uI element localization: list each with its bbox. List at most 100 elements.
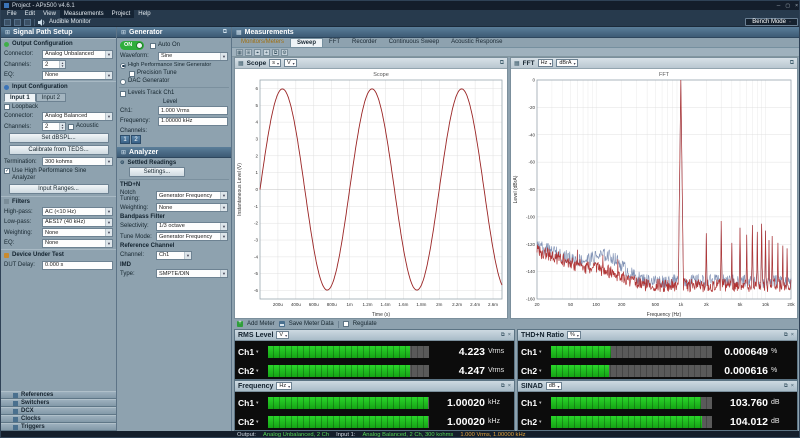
menu-measurements[interactable]: Measurements <box>59 10 108 18</box>
menu-view[interactable]: View <box>39 10 60 18</box>
tab-continuous-sweep[interactable]: Continuous Sweep <box>383 38 445 47</box>
checkbox-box[interactable] <box>150 42 156 49</box>
menu-help[interactable]: Help <box>134 10 154 18</box>
scope-x-unit-select[interactable]: s ▾ <box>269 59 281 67</box>
regulate-checkbox[interactable] <box>342 321 349 328</box>
precision-tune-checkbox[interactable]: Precision Tune <box>129 70 228 77</box>
graph-settings-icon[interactable]: ⚙ <box>281 48 288 56</box>
meter-unit-select[interactable]: V ▾ <box>276 331 290 339</box>
loopback-checkbox[interactable]: Loopback <box>4 104 113 111</box>
menu-file[interactable]: File <box>3 10 21 18</box>
cursors-icon[interactable]: ⌖ <box>254 48 261 56</box>
checkbox-box[interactable] <box>68 123 74 130</box>
input-ranges-button[interactable]: Input Ranges... <box>8 183 109 194</box>
fft-x-unit-select[interactable]: Hz ▾ <box>537 59 554 67</box>
menu-project[interactable]: Project <box>107 10 135 18</box>
minimize-button[interactable]: ─ <box>777 3 781 9</box>
tab-sweep[interactable]: Sweep <box>290 38 324 47</box>
meter-channel-select[interactable]: Ch1 ▾ <box>238 398 264 408</box>
menu-edit[interactable]: Edit <box>21 10 39 18</box>
hp-sine-analyzer-checkbox[interactable]: Use High Performance Sine Analyzer <box>4 168 113 182</box>
filters-header[interactable]: Filters <box>1 195 116 206</box>
meter-unit-select[interactable]: dB ▾ <box>545 382 562 390</box>
meter-unit-select[interactable]: % ▾ <box>566 331 581 339</box>
low-pass-select[interactable]: AES17 (40 kHz) ▼ <box>42 217 113 227</box>
tab-input-1[interactable]: Input 1 <box>4 93 36 102</box>
meter-channel-select[interactable]: Ch1 ▾ <box>521 347 547 357</box>
tab-fft[interactable]: FFT <box>323 38 346 47</box>
meter-popout-icon[interactable]: ⧉ <box>501 332 505 339</box>
channel-2-button[interactable]: 2 <box>131 135 141 145</box>
checkbox-box[interactable] <box>120 90 126 97</box>
stepper-arrows-icon[interactable]: ▲ ▼ <box>59 61 65 68</box>
meter-close-icon[interactable]: × <box>508 332 511 339</box>
gen-frequency-input[interactable]: 1.00000 kHz <box>158 116 228 126</box>
high-pass-select[interactable]: AC (<10 Hz) ▼ <box>42 207 113 217</box>
channel-1-button[interactable]: 1 <box>120 135 130 145</box>
close-button[interactable]: × <box>795 3 798 9</box>
meter-popout-icon[interactable]: ⧉ <box>501 383 505 390</box>
checkbox-box[interactable] <box>4 104 10 110</box>
scope-y-unit-select[interactable]: V ▾ <box>283 59 297 67</box>
nav-dcx[interactable]: DCX <box>1 407 116 415</box>
dac-generator-radio[interactable]: DAC Generator <box>120 78 228 85</box>
popout-icon[interactable]: ⧉ <box>500 60 504 67</box>
tab-acoustic-response[interactable]: Acoustic Response <box>445 38 508 47</box>
meter-channel-select[interactable]: Ch2 ▾ <box>238 417 264 427</box>
checkbox-box[interactable] <box>129 70 135 77</box>
levels-track-checkbox[interactable]: Levels Track Ch1 <box>120 90 228 97</box>
output-channels-stepper[interactable]: 2 ▲ ▼ <box>42 60 66 69</box>
hp-sine-generator-radio[interactable]: High Performance Sine Generator <box>120 62 228 69</box>
set-dbspl-button[interactable]: Set dBSPL... <box>8 133 109 144</box>
maximize-button[interactable]: ▢ <box>785 3 790 9</box>
meter-channel-select[interactable]: Ch2 ▾ <box>521 417 547 427</box>
selectivity-select[interactable]: 1/3 octave ▼ <box>156 221 228 231</box>
ref-channel-select[interactable]: Ch1 ▼ <box>156 250 192 260</box>
output-eq-select[interactable]: None ▼ <box>42 70 113 80</box>
output-connector-select[interactable]: Analog Unbalanced ▼ <box>42 49 113 59</box>
grid-toggle-icon[interactable]: ⊞ <box>245 48 252 56</box>
meter-unit-select[interactable]: Hz ▾ <box>276 382 293 390</box>
open-project-icon[interactable] <box>14 18 21 26</box>
input-channels-stepper[interactable]: 2 ▲ ▼ <box>42 122 66 132</box>
input-connector-select[interactable]: Analog Balanced ▼ <box>42 111 113 121</box>
meter-close-icon[interactable]: × <box>508 383 511 390</box>
imd-type-select[interactable]: SMPTE/DIN ▼ <box>156 269 228 279</box>
nav-references[interactable]: References <box>1 391 116 399</box>
output-config-header[interactable]: Output Configuration <box>1 38 116 48</box>
meter-close-icon[interactable]: × <box>791 383 794 390</box>
new-project-icon[interactable] <box>4 18 11 26</box>
dut-header[interactable]: Device Under Test <box>1 249 116 259</box>
fft-y-unit-select[interactable]: dBrA ▾ <box>556 59 578 67</box>
popout-icon[interactable]: ⧉ <box>223 29 227 36</box>
analyzer-settings-button[interactable]: Settings... <box>129 167 185 178</box>
copy-icon[interactable]: ⧉ <box>272 48 279 56</box>
meter-channel-select[interactable]: Ch1 ▾ <box>521 398 547 408</box>
nav-switchers[interactable]: Switchers <box>1 399 116 407</box>
notch-tuning-select[interactable]: Generator Frequency ▼ <box>156 191 228 201</box>
fft-chart[interactable]: FFT20 50 100 200 500 1k 2k 5k 10k 20k0-20-40-60-8… <box>511 69 797 318</box>
meter-channel-select[interactable]: Ch1 ▾ <box>238 347 264 357</box>
analyzer-weighting-select[interactable]: None ▼ <box>156 203 228 213</box>
save-meter-data-button[interactable]: Save Meter Data <box>289 321 334 327</box>
input-config-header[interactable]: Input Configuration <box>1 81 116 91</box>
speaker-icon[interactable] <box>38 18 46 26</box>
table-view-icon[interactable]: ▦ <box>236 48 243 56</box>
zoom-icon[interactable]: + <box>263 48 270 56</box>
nav-triggers[interactable]: Triggers <box>1 423 116 431</box>
meter-channel-select[interactable]: Ch2 ▾ <box>521 366 547 376</box>
dut-delay-input[interactable]: 0.000 s <box>42 260 113 270</box>
auto-on-checkbox[interactable]: Auto On <box>150 42 180 49</box>
termination-select[interactable]: 300 kohms ▼ <box>42 157 113 167</box>
stepper-arrows-icon[interactable]: ▲ ▼ <box>59 123 65 131</box>
popout-icon[interactable]: ⧉ <box>790 60 794 67</box>
meter-channel-select[interactable]: Ch2 ▾ <box>238 366 264 376</box>
scope-chart[interactable]: Scope 200u 400u 600u 800u 1m 1.2m 1.4m 1.6m 1.8m 2… <box>235 69 507 318</box>
tab-input-2[interactable]: Input 2 <box>35 93 67 102</box>
filters-eq-select[interactable]: None ▼ <box>42 238 113 248</box>
calibrate-teds-button[interactable]: Calibrate from TEDS... <box>8 145 109 156</box>
bench-mode-button[interactable]: Bench Mode ▾ <box>745 18 798 26</box>
radio-button[interactable] <box>120 62 126 69</box>
acoustic-checkbox[interactable]: Acoustic <box>68 123 99 130</box>
nav-clocks[interactable]: Clocks <box>1 415 116 423</box>
